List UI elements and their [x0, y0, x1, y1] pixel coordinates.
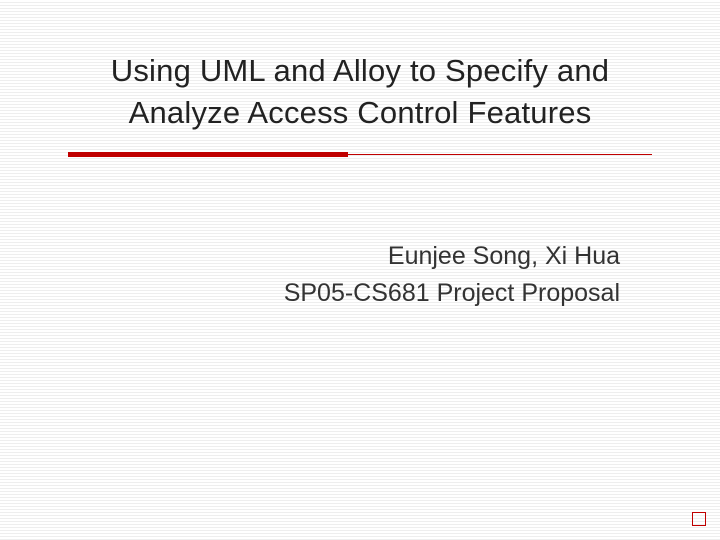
body-block: Eunjee Song, Xi Hua SP05-CS681 Project P…: [60, 238, 660, 313]
divider-thick-bar: [68, 152, 348, 157]
authors-line: Eunjee Song, Xi Hua: [60, 238, 620, 276]
slide-title: Using UML and Alloy to Specify and Analy…: [60, 50, 660, 134]
title-divider: [68, 152, 652, 158]
slide-container: Using UML and Alloy to Specify and Analy…: [0, 0, 720, 540]
subtitle-line: SP05-CS681 Project Proposal: [60, 275, 620, 313]
corner-square-icon: [692, 512, 706, 526]
